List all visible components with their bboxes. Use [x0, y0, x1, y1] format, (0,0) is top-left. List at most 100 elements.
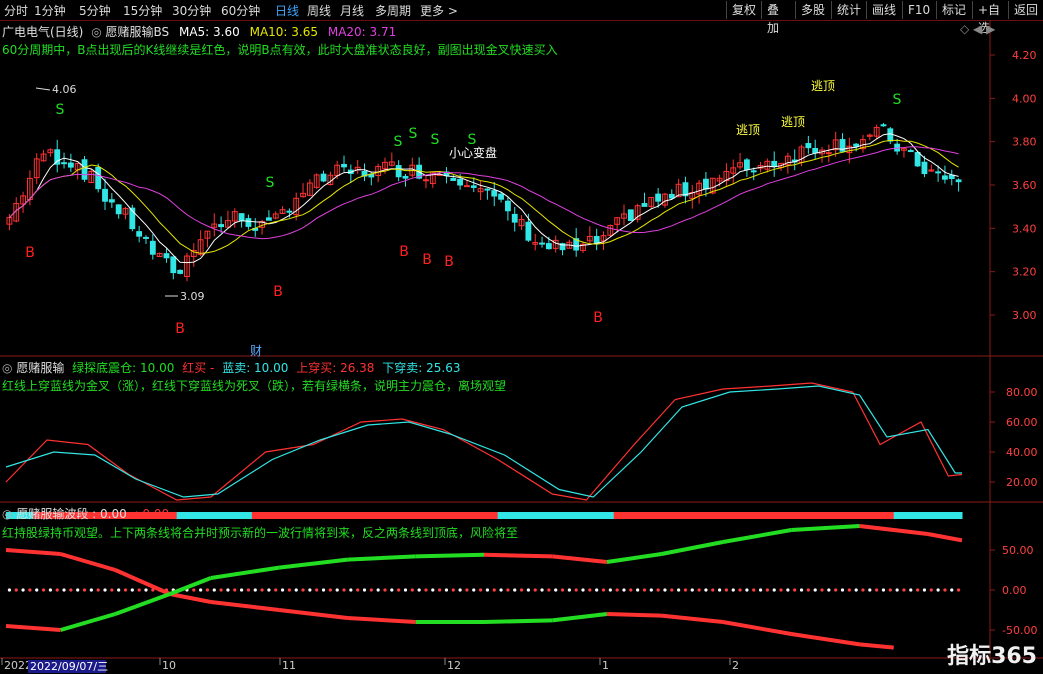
sub1-tick-label: 20.00: [1006, 476, 1038, 489]
sub2-zero-dot: [21, 588, 25, 592]
sub2-zero-dot: [840, 588, 845, 592]
sub1-trend-bar-segment: [955, 512, 963, 519]
candle-body: [511, 213, 518, 223]
sub2-zero-dot: [526, 588, 530, 592]
candle-body: [67, 162, 74, 168]
candle-body: [921, 161, 928, 175]
sub2-zero-dot: [629, 588, 633, 592]
sell-marker: S: [409, 126, 418, 142]
price-tick-label: 3.20: [1012, 266, 1037, 279]
sub2-zero-dot: [581, 588, 585, 592]
sell-marker: S: [893, 92, 902, 108]
period-tab-2[interactable]: 5分钟: [79, 2, 111, 19]
sub2-zero-dot: [89, 588, 93, 592]
sub2-zero-dot: [868, 588, 872, 592]
toolbar-button-6[interactable]: 标记: [936, 1, 972, 19]
sub2-zero-dot: [806, 588, 810, 592]
kline-chart[interactable]: 4.204.003.803.603.403.203.00BBBB B BBSSS S S…: [0, 20, 1043, 674]
sub2-zero-dot: [656, 588, 660, 592]
sub1-trend-bar-segment: [326, 512, 335, 519]
sub1-tick-label: 60.00: [1006, 416, 1038, 429]
sub2-zero-dot: [711, 588, 715, 592]
sub1-trend-bar-segment: [723, 512, 731, 519]
period-tab-6[interactable]: 日线: [275, 2, 299, 19]
sub1-trend-bar-segment: [729, 512, 738, 519]
sub2-zero-dot: [724, 588, 729, 592]
toolbar-button-2[interactable]: 多股: [795, 1, 831, 19]
sub2-zero-dot: [465, 588, 469, 592]
toolbar-button-1[interactable]: 叠加: [761, 1, 795, 35]
panel-controls[interactable]: ◇ ◀ ▶: [960, 22, 995, 36]
candle-body: [853, 143, 860, 147]
sub1-trend-bar-segment: [210, 512, 219, 519]
indicator-toggle-icon[interactable]: ◎: [91, 25, 101, 39]
sub2-zero-dot: [110, 588, 114, 592]
toolbar-button-8[interactable]: 返回: [1008, 1, 1043, 19]
sub1-indicator-name[interactable]: 愿赌服输: [16, 361, 64, 375]
sub2-zero-dot: [260, 588, 264, 592]
candle-body: [423, 179, 429, 182]
period-tab-0[interactable]: 分时: [4, 2, 28, 19]
period-tab-3[interactable]: 15分钟: [123, 2, 162, 19]
sub1-header: ◎ 愿赌服输 绿探底震仓: 10.00 红买 - 蓝卖: 10.00 上穿买: …: [2, 359, 461, 376]
sub1-trend-bar-segment: [900, 512, 908, 519]
sub2-upper-band: [210, 565, 280, 580]
sub2-zero-dot: [547, 588, 551, 592]
sub2-upper-band: [169, 576, 212, 596]
sub1-trend-bar-segment: [586, 512, 594, 519]
sub2-upper-band: [114, 592, 171, 616]
toolbar-button-4[interactable]: 画线: [866, 1, 902, 19]
period-tab-8[interactable]: 月线: [340, 2, 364, 19]
sub2-zero-dot: [267, 588, 271, 592]
sub2-zero-dot: [301, 588, 305, 592]
sell-marker: S: [431, 132, 440, 148]
sell-marker: S: [266, 175, 275, 191]
sub2-toggle-icon[interactable]: ◎: [2, 507, 12, 521]
sub2-zero-dot: [560, 588, 565, 592]
toolbar-button-3[interactable]: 统计: [831, 1, 866, 19]
candle-body: [320, 173, 327, 182]
candle-body: [402, 175, 409, 179]
period-tab-1[interactable]: 1分钟: [34, 2, 66, 19]
period-tab-10[interactable]: 更多 >: [420, 2, 458, 19]
sub1-trend-bar-segment: [367, 512, 376, 519]
candle-body: [593, 236, 600, 244]
sub1-trend-bar-segment: [934, 512, 943, 519]
sub1-trend-bar-segment: [880, 512, 888, 519]
main-panel-header: 广电电气(日线) ◎ 愿赌服输BS MA5: 3.60 MA10: 3.65 M…: [2, 23, 396, 40]
toolbar-button-7[interactable]: +自选: [972, 1, 1008, 35]
sub2-zero-dot: [438, 588, 442, 592]
sub1-trend-bar-segment: [190, 512, 198, 519]
sub2-lower-band: [552, 612, 608, 623]
sub1-trend-bar-segment: [620, 512, 628, 519]
sub2-zero-dot: [41, 588, 46, 592]
sub2-zero-dot: [649, 588, 653, 592]
candle-body: [484, 188, 491, 191]
period-tab-5[interactable]: 60分钟: [221, 2, 260, 19]
main-indicator-name[interactable]: 愿赌服输BS: [106, 25, 170, 39]
period-tab-4[interactable]: 30分钟: [172, 2, 211, 19]
sub1-trend-bar-segment: [907, 512, 915, 519]
toolbar-button-0[interactable]: 复权: [726, 1, 761, 19]
sell-marker: S: [56, 102, 65, 118]
sub2-upper-band: [927, 532, 963, 543]
sub1-trend-bar-segment: [709, 512, 717, 519]
sub2-tip-text: 红持股绿持币观望。上下两条线将合并时预示新的一波行情将到来，反之两条线到顶底，风…: [2, 526, 519, 540]
sub1-trend-bar-segment: [361, 512, 369, 519]
sub2-lower-band: [210, 600, 280, 612]
escape-top-label: 逃顶: [736, 123, 760, 137]
stock-title: 广电电气(日线): [2, 25, 84, 39]
sub2-lower-band: [60, 552, 116, 572]
sub2-zero-dot: [478, 588, 483, 592]
period-tab-7[interactable]: 周线: [307, 2, 331, 19]
sub1-toggle-icon[interactable]: ◎: [2, 361, 12, 375]
period-tab-9[interactable]: 多周期: [375, 2, 411, 19]
candle-body: [115, 204, 122, 215]
sub2-zero-dot: [540, 588, 544, 592]
buy-marker: B: [273, 284, 283, 300]
sub1-trend-bar-segment: [866, 512, 874, 519]
toolbar-button-5[interactable]: F10: [902, 1, 936, 19]
sub2-zero-dot: [663, 588, 667, 592]
sub2-indicator-name[interactable]: 愿赌服输波段: [16, 507, 88, 521]
sub2-zero-dot: [820, 588, 824, 592]
